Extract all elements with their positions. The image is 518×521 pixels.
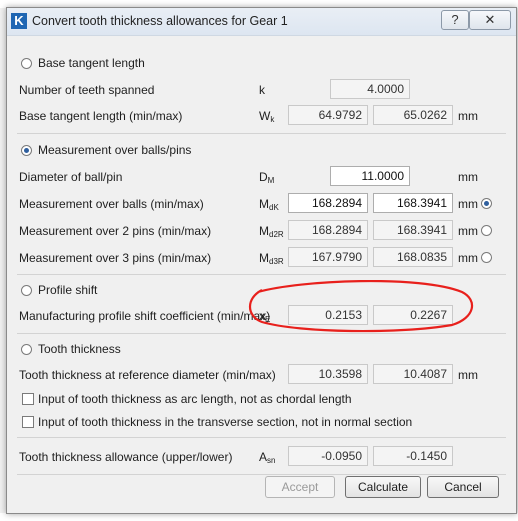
transverse-check-row[interactable]: Input of tooth thickness in the transver…: [7, 412, 516, 434]
teeth-spanned-field[interactable]: 4.0000: [330, 79, 410, 99]
accept-button[interactable]: Accept: [265, 476, 335, 498]
separator: [17, 333, 506, 334]
diameter-row: Diameter of ball/pin DM 11.0000 mm: [7, 166, 516, 188]
diameter-unit: mm: [458, 170, 478, 184]
close-icon: ✕: [484, 12, 496, 27]
base-tangent-radio-label: Base tangent length: [38, 56, 145, 70]
tooth-thickness-ref-unit: mm: [458, 368, 478, 382]
teeth-spanned-row: Number of teeth spanned k 4.0000: [7, 79, 516, 101]
measurement-radio-row[interactable]: Measurement over balls/pins: [7, 139, 516, 161]
transverse-check-label: Input of tooth thickness in the transver…: [38, 415, 413, 429]
profile-shift-coef-label: Manufacturing profile shift coefficient …: [19, 309, 271, 323]
arc-length-check-row[interactable]: Input of tooth thickness as arc length, …: [7, 389, 516, 411]
title-bar: K Convert tooth thickness allowances for…: [7, 8, 516, 36]
profile-shift-coef-min[interactable]: 0.2153: [288, 305, 368, 325]
allowance-symbol: Asn: [259, 450, 276, 465]
allowance-upper[interactable]: -0.0950: [288, 446, 368, 466]
balls-min-input[interactable]: 168.2894: [288, 193, 368, 213]
tooth-thickness-radio[interactable]: [21, 344, 32, 355]
allowance-lower[interactable]: -0.1450: [373, 446, 453, 466]
separator: [17, 437, 506, 438]
base-tangent-length-min[interactable]: 64.9792: [288, 105, 368, 125]
profile-shift-coef-row: Manufacturing profile shift coefficient …: [7, 305, 516, 327]
balls-row: Measurement over balls (min/max) MdK 168…: [7, 193, 516, 215]
pins3-row: Measurement over 3 pins (min/max) Md3R 1…: [7, 247, 516, 269]
tooth-thickness-radio-row[interactable]: Tooth thickness: [7, 338, 516, 360]
profile-shift-radio-label: Profile shift: [38, 283, 98, 297]
pins3-select-radio[interactable]: [481, 252, 492, 263]
cancel-button[interactable]: Cancel: [427, 476, 499, 498]
dialog-content: Base tangent length Number of teeth span…: [7, 36, 516, 513]
base-tangent-length-label: Base tangent length (min/max): [19, 109, 183, 123]
profile-shift-coef-symbol: xE: [259, 309, 271, 324]
base-tangent-radio[interactable]: [21, 58, 32, 69]
measurement-radio-label: Measurement over balls/pins: [38, 143, 192, 157]
close-button[interactable]: ✕: [469, 10, 511, 30]
profile-shift-radio[interactable]: [21, 285, 32, 296]
pins2-unit: mm: [458, 224, 478, 238]
pins3-max[interactable]: 168.0835: [373, 247, 453, 267]
pins2-row: Measurement over 2 pins (min/max) Md2R 1…: [7, 220, 516, 242]
separator: [17, 474, 506, 475]
background-table-bottom: [0, 513, 518, 521]
question-icon: ?: [451, 12, 459, 27]
tooth-thickness-ref-max[interactable]: 10.4087: [373, 364, 453, 384]
allowance-label: Tooth thickness allowance (upper/lower): [19, 450, 233, 464]
arc-length-check-label: Input of tooth thickness as arc length, …: [38, 392, 352, 406]
tooth-thickness-radio-label: Tooth thickness: [38, 342, 121, 356]
dialog-window: K Convert tooth thickness allowances for…: [6, 7, 517, 514]
base-tangent-length-unit: mm: [458, 109, 478, 123]
pins3-symbol: Md3R: [259, 251, 284, 266]
base-tangent-length-max[interactable]: 65.0262: [373, 105, 453, 125]
pins2-min[interactable]: 168.2894: [288, 220, 368, 240]
balls-unit: mm: [458, 197, 478, 211]
allowance-row: Tooth thickness allowance (upper/lower) …: [7, 446, 516, 468]
pins2-symbol: Md2R: [259, 224, 284, 239]
help-button[interactable]: ?: [441, 10, 469, 30]
diameter-symbol: DM: [259, 170, 275, 185]
pins2-max[interactable]: 168.3941: [373, 220, 453, 240]
balls-max-input[interactable]: 168.3941: [373, 193, 453, 213]
arc-length-checkbox[interactable]: [22, 393, 34, 405]
base-tangent-length-symbol: Wk: [259, 109, 275, 124]
pins2-label: Measurement over 2 pins (min/max): [19, 224, 212, 238]
pins3-label: Measurement over 3 pins (min/max): [19, 251, 212, 265]
profile-shift-radio-row[interactable]: Profile shift: [7, 279, 516, 301]
pins3-min[interactable]: 167.9790: [288, 247, 368, 267]
balls-select-radio[interactable]: [481, 198, 492, 209]
calculate-button[interactable]: Calculate: [345, 476, 421, 498]
base-tangent-radio-row[interactable]: Base tangent length: [7, 52, 516, 74]
base-tangent-length-row: Base tangent length (min/max) Wk 64.9792…: [7, 105, 516, 127]
pins3-unit: mm: [458, 251, 478, 265]
separator: [17, 133, 506, 134]
dialog-title: Convert tooth thickness allowances for G…: [32, 14, 288, 28]
balls-label: Measurement over balls (min/max): [19, 197, 204, 211]
measurement-radio[interactable]: [21, 145, 32, 156]
separator: [17, 274, 506, 275]
diameter-label: Diameter of ball/pin: [19, 170, 123, 184]
tooth-thickness-ref-min[interactable]: 10.3598: [288, 364, 368, 384]
diameter-input[interactable]: 11.0000: [330, 166, 410, 186]
teeth-spanned-label: Number of teeth spanned: [19, 83, 155, 97]
pins2-select-radio[interactable]: [481, 225, 492, 236]
tooth-thickness-ref-row: Tooth thickness at reference diameter (m…: [7, 364, 516, 386]
transverse-checkbox[interactable]: [22, 416, 34, 428]
teeth-spanned-symbol: k: [259, 83, 265, 97]
profile-shift-coef-max[interactable]: 0.2267: [373, 305, 453, 325]
tooth-thickness-ref-label: Tooth thickness at reference diameter (m…: [19, 368, 276, 382]
app-k-icon: K: [11, 13, 27, 29]
balls-symbol: MdK: [259, 197, 279, 212]
